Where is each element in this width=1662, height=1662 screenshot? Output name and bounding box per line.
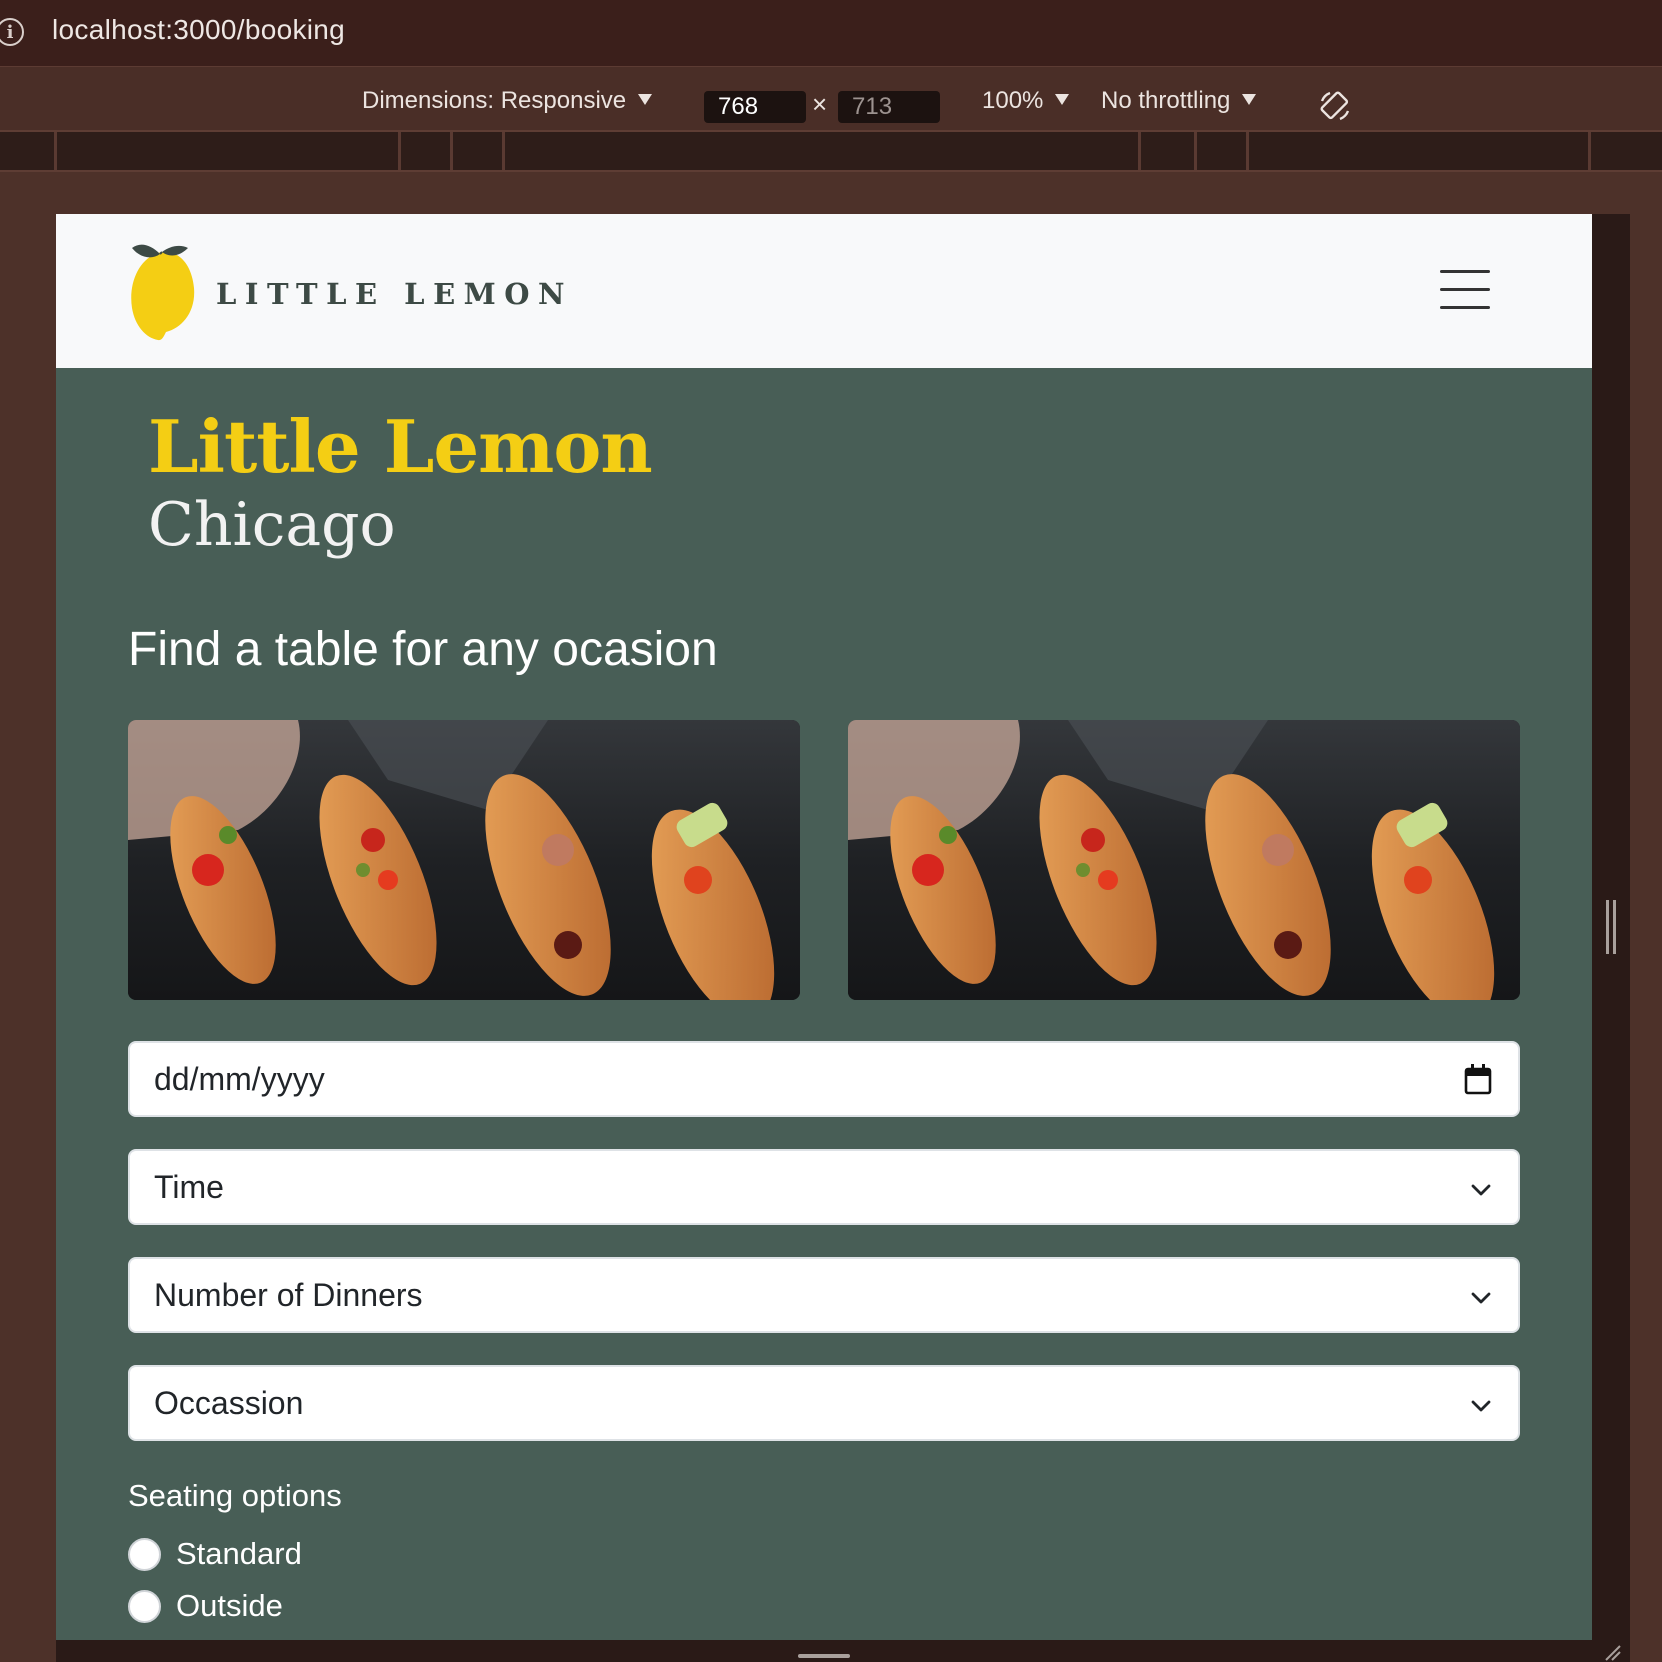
url-text[interactable]: localhost:3000/booking	[52, 14, 345, 46]
radio-button[interactable]	[128, 1589, 161, 1623]
ruler-tick	[1138, 132, 1141, 170]
hero-title: Little Lemon	[148, 404, 653, 489]
zoom-dropdown[interactable]: 100%	[982, 87, 1070, 115]
dimensions-dropdown[interactable]: Dimensions: Responsive	[362, 87, 653, 115]
date-placeholder: dd/mm/yyyy	[154, 1061, 325, 1097]
radio-button[interactable]	[128, 1537, 161, 1571]
occasion-label: Occassion	[154, 1385, 304, 1421]
time-select[interactable]: Time	[128, 1149, 1520, 1225]
corner-resize-icon[interactable]	[1602, 1642, 1622, 1662]
calendar-icon[interactable]	[1464, 1063, 1492, 1095]
times-icon: ×	[812, 89, 828, 119]
lemon-logo-icon[interactable]	[126, 238, 198, 342]
width-input[interactable]: 768	[704, 91, 806, 123]
radio-label: Outside	[176, 1588, 283, 1623]
date-input[interactable]: dd/mm/yyyy	[128, 1041, 1520, 1117]
viewport-bottom-resizer	[56, 1640, 1592, 1662]
responsive-ruler	[0, 132, 1662, 172]
throttling-dropdown[interactable]: No throttling	[1101, 87, 1257, 115]
zoom-label: 100%	[982, 87, 1044, 114]
chevron-down-icon	[1471, 1400, 1491, 1412]
resize-handle-icon[interactable]	[1606, 900, 1616, 954]
radio-label: Standard	[176, 1536, 302, 1571]
rotate-icon[interactable]	[1318, 89, 1352, 123]
booking-heading: Find a table for any ocasion	[128, 623, 718, 676]
emulated-viewport: LITTLE LEMON Little Lemon Chicago Find a…	[56, 214, 1592, 1640]
site-info-icon[interactable]: i	[0, 18, 24, 46]
seating-option-standard[interactable]: Standard	[128, 1536, 302, 1572]
time-label: Time	[154, 1169, 224, 1205]
ruler-tick	[450, 132, 453, 170]
ruler-tick	[1246, 132, 1249, 170]
throttling-label: No throttling	[1101, 87, 1231, 114]
seating-option-outside[interactable]: Outside	[128, 1588, 283, 1624]
diners-select[interactable]: Number of Dinners	[128, 1257, 1520, 1333]
hero-subtitle: Chicago	[148, 490, 396, 560]
resize-handle-icon[interactable]	[798, 1654, 850, 1658]
seating-options-label: Seating options	[128, 1478, 342, 1513]
device-toolbar: Dimensions: Responsive 768 × 713 100% No…	[0, 66, 1662, 132]
food-image	[128, 720, 800, 1000]
logo-text[interactable]: LITTLE LEMON	[216, 277, 573, 311]
dimensions-label: Dimensions: Responsive	[362, 87, 627, 114]
chevron-down-icon	[1471, 1184, 1491, 1196]
ruler-tick	[1194, 132, 1197, 170]
ruler-tick	[502, 132, 505, 170]
caret-down-icon	[638, 94, 653, 106]
occasion-select[interactable]: Occassion	[128, 1365, 1520, 1441]
food-image	[848, 720, 1520, 1000]
diners-label: Number of Dinners	[154, 1277, 423, 1313]
ruler-tick	[398, 132, 401, 170]
chevron-down-icon	[1471, 1292, 1491, 1304]
caret-down-icon	[1242, 94, 1257, 106]
site-header: LITTLE LEMON	[56, 214, 1592, 368]
ruler-tick	[1588, 132, 1591, 170]
ruler-tick	[54, 132, 57, 170]
caret-down-icon	[1055, 94, 1070, 106]
browser-url-bar: i localhost:3000/booking	[0, 0, 1662, 66]
height-input[interactable]: 713	[838, 91, 940, 123]
hamburger-menu-icon[interactable]	[1440, 270, 1490, 310]
